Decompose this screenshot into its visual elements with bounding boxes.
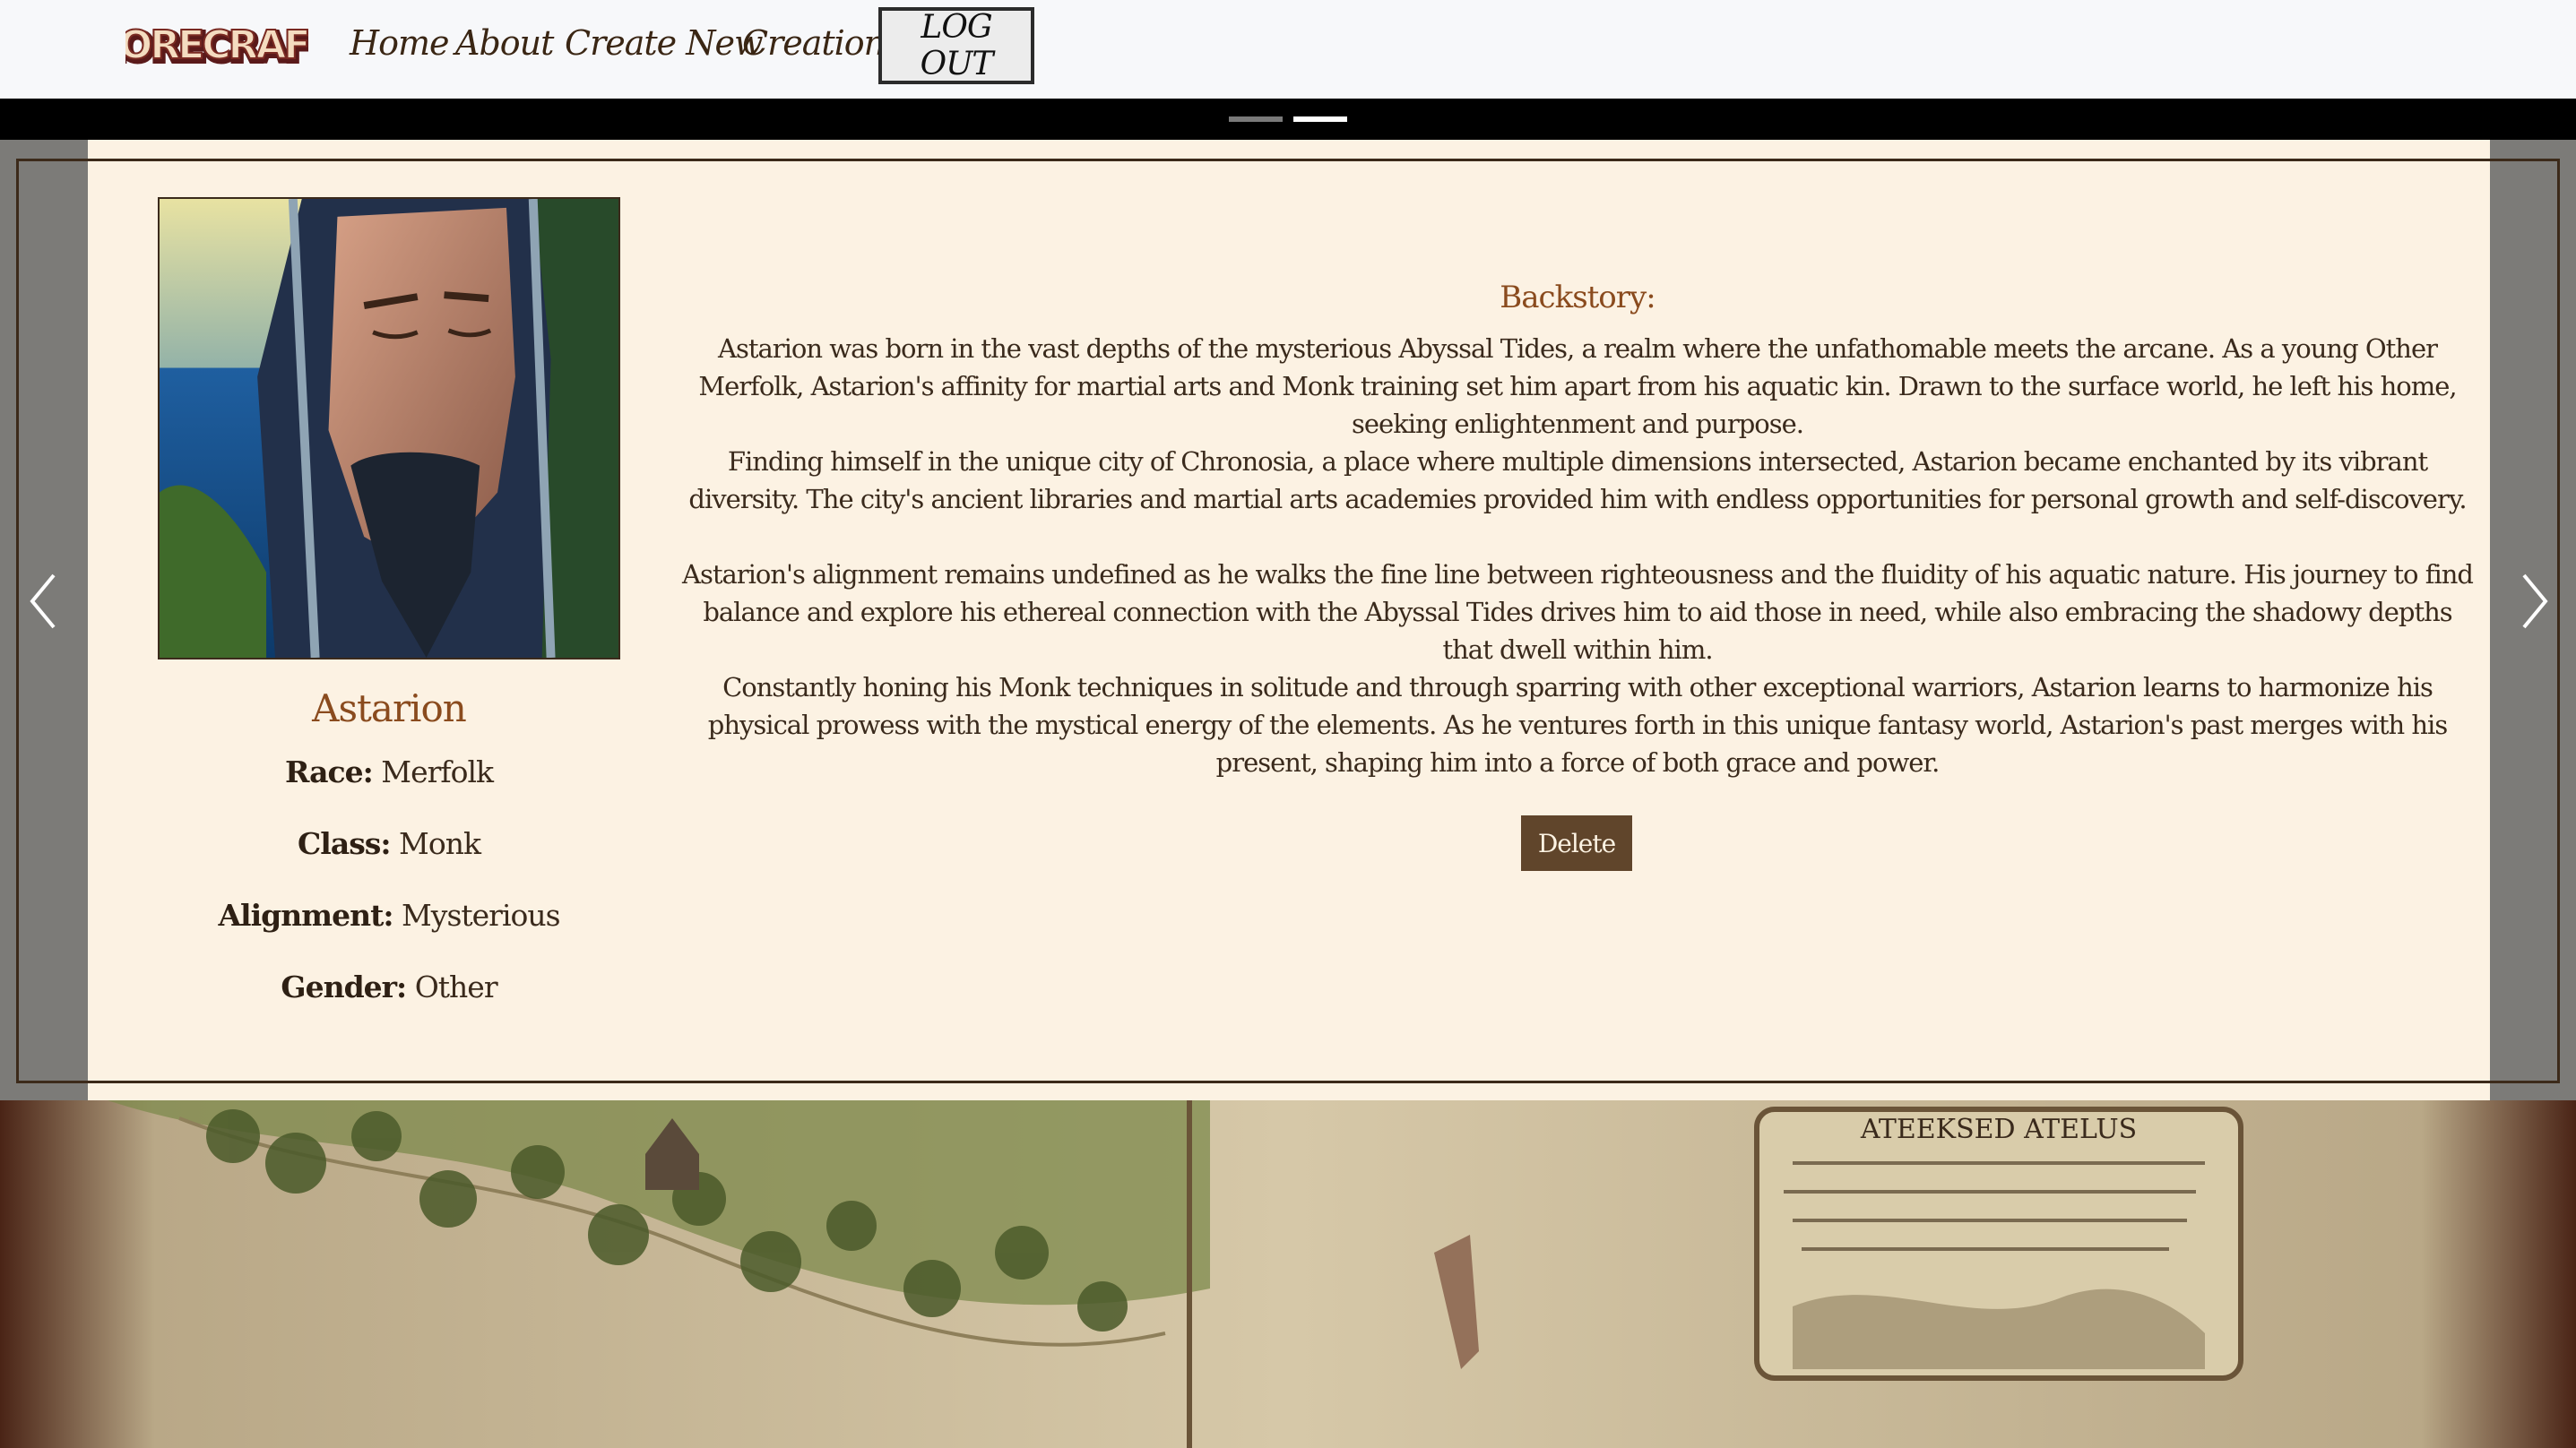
backstory-paragraph-1: Astarion was born in the vast depths of … — [698, 333, 2457, 439]
nav-home-link[interactable]: Home — [350, 23, 450, 63]
map-cartouche-title: ATEEKSED ATELUS — [1860, 1114, 2137, 1145]
carousel-indicator-2[interactable] — [1293, 116, 1347, 122]
stat-class-value: Monk — [399, 826, 481, 861]
delete-button[interactable]: Delete — [1521, 815, 1632, 871]
stat-alignment-value: Mysterious — [402, 898, 561, 933]
character-portrait — [158, 197, 620, 659]
fantasy-map-background: ATEEKSED ATELUS — [0, 1100, 2576, 1448]
stat-race-value: Merfolk — [381, 754, 494, 789]
navbar: LORECRAFT LORECRAFT Home About Create Ne… — [0, 0, 2576, 99]
chevron-right-icon[interactable] — [2517, 570, 2553, 633]
lorecraft-logo[interactable]: LORECRAFT LORECRAFT — [125, 16, 308, 77]
carousel-indicator-1[interactable] — [1229, 116, 1283, 122]
svg-text:LORECRAFT: LORECRAFT — [125, 22, 308, 68]
stat-race-label: Race: — [284, 754, 374, 789]
backstory-paragraph-2: Finding himself in the unique city of Ch… — [688, 446, 2467, 514]
logout-button[interactable]: LOG OUT — [878, 7, 1034, 84]
backstory-heading: Backstory: — [1500, 280, 1655, 315]
nav-about-link[interactable]: About — [455, 23, 554, 63]
stat-alignment: Alignment: Mysterious — [158, 898, 620, 933]
character-name: Astarion — [312, 686, 467, 730]
stat-alignment-label: Alignment: — [218, 898, 393, 933]
chevron-left-icon[interactable] — [25, 570, 61, 633]
carousel-indicator-bar — [0, 99, 2576, 140]
stat-gender-value: Other — [414, 970, 498, 1004]
backstory-paragraph-3: Astarion's alignment remains undefined a… — [682, 559, 2474, 665]
stat-class: Class: Monk — [158, 826, 620, 861]
stat-gender-label: Gender: — [281, 970, 407, 1004]
backstory-paragraph-4: Constantly honing his Monk techniques in… — [707, 672, 2448, 778]
stat-class-label: Class: — [298, 826, 392, 861]
stat-gender: Gender: Other — [158, 970, 620, 1004]
nav-create-new-link[interactable]: Create New — [565, 23, 763, 63]
stat-race: Race: Merfolk — [158, 754, 620, 789]
